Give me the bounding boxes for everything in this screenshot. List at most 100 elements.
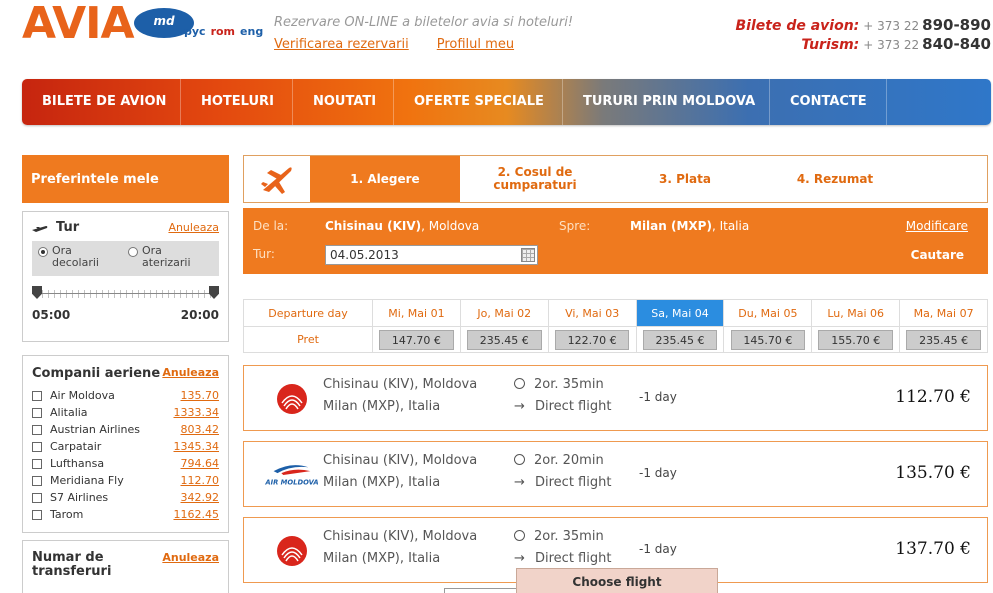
flight-from: Chisinau (KIV), Moldova	[323, 529, 478, 544]
step-payment[interactable]: 3. Plata	[610, 156, 760, 202]
airline-row: Meridiana Fly 112.70	[32, 472, 219, 489]
modify-link[interactable]: Modificare	[906, 219, 968, 233]
lang-en[interactable]: eng	[240, 25, 263, 38]
airline-swirl-logo	[262, 379, 322, 419]
day-price[interactable]: 147.70 €	[379, 329, 454, 350]
transfers-title: Numar de transferuri	[32, 550, 112, 579]
airlines-title: Companii aeriene	[32, 366, 161, 381]
header-links: Verificarea rezervarii Profilul meu	[274, 37, 514, 52]
time-from: 05:00	[32, 308, 71, 322]
from-label: De la:	[253, 219, 289, 233]
flight-result[interactable]: AIR MOLDOVA Chisinau (KIV), Moldova Milan…	[243, 441, 988, 507]
arrow-right-icon: →	[514, 551, 525, 566]
booking-steps: 1. Alegere 2. Cosul de cumparaturi 3. Pl…	[243, 155, 988, 203]
airline-checkbox[interactable]	[32, 458, 42, 469]
lang-ro[interactable]: rom	[211, 25, 235, 38]
airline-row: Lufthansa 794.64	[32, 455, 219, 472]
day-cell[interactable]: Mi, Mai 01	[372, 300, 460, 326]
lang-ru[interactable]: рус	[184, 25, 206, 38]
contact-phones: Bilete de avion: + 373 22 890-890 Turism: +…	[736, 16, 992, 54]
phone-tourism: Turism: + 373 22 840-840	[801, 35, 991, 53]
airline-checkbox[interactable]	[32, 475, 42, 486]
search-panel: De la: Chisinau (KIV), Moldova Spre: Mil…	[243, 208, 988, 274]
time-to: 20:00	[180, 308, 219, 322]
flight-result[interactable]: Chisinau (KIV), Moldova Milan (MXP), Ital…	[243, 365, 988, 431]
day-cell-selected[interactable]: Sa, Mai 04	[635, 300, 724, 326]
day-price[interactable]: 122.70 €	[554, 329, 630, 350]
day-price[interactable]: 145.70 €	[730, 329, 806, 350]
search-button[interactable]: Cautare	[911, 248, 964, 262]
flight-from: Chisinau (KIV), Moldova	[323, 377, 478, 392]
logo-text: AVIA	[22, 0, 135, 49]
flight-price[interactable]: 137.70 €	[895, 539, 971, 559]
step-choice[interactable]: 1. Alegere	[310, 156, 460, 202]
airline-checkbox[interactable]	[32, 441, 42, 452]
flight-to: Milan (MXP), Italia	[323, 399, 441, 414]
day-price[interactable]: 155.70 €	[818, 329, 894, 350]
transfers-reset-link[interactable]: Anuleaza	[162, 551, 219, 579]
tur-filter: Tur Anuleaza Ora decolarii Ora aterizari…	[22, 211, 229, 342]
nav-flights[interactable]: BILETE DE AVION	[22, 79, 181, 125]
from-value: Chisinau (KIV), Moldova	[325, 219, 480, 233]
airlines-reset-link[interactable]: Anuleaza	[162, 366, 219, 381]
airline-row: Alitalia 1333.34	[32, 404, 219, 421]
my-profile-link[interactable]: Profilul meu	[437, 37, 514, 52]
check-booking-link[interactable]: Verificarea rezervarii	[274, 37, 409, 52]
language-switcher: рус rom eng	[184, 25, 263, 38]
phone-flights: Bilete de avion: + 373 22 890-890	[735, 16, 992, 34]
day-cell[interactable]: Du, Mai 05	[723, 300, 811, 326]
nav-hotels[interactable]: HOTELURI	[181, 79, 293, 125]
calendar-icon[interactable]	[521, 248, 535, 262]
day-price[interactable]: 235.45 €	[466, 329, 542, 350]
tur-title: Tur	[56, 220, 80, 235]
radio-arrival-time[interactable]: Ora aterizarii	[128, 245, 210, 272]
nav-contacts[interactable]: CONTACTE	[770, 79, 887, 125]
transfers-filter: Numar de transferuri Anuleaza	[22, 540, 229, 593]
step-cart[interactable]: 2. Cosul de cumparaturi	[460, 156, 610, 202]
nav-moldova-tours[interactable]: TURURI PRIN MOLDOVA	[563, 79, 770, 125]
clock-icon	[514, 378, 525, 389]
airline-checkbox[interactable]	[32, 492, 42, 503]
tur-reset-link[interactable]: Anuleaza	[168, 221, 219, 234]
air-moldova-logo-text: AIR MOLDOVA	[264, 479, 318, 487]
airline-checkbox[interactable]	[32, 424, 42, 435]
step-summary[interactable]: 4. Rezumat	[760, 156, 910, 202]
flight-price[interactable]: 112.70 €	[895, 387, 971, 407]
arrow-right-icon: →	[514, 475, 525, 490]
airline-checkbox[interactable]	[32, 390, 42, 401]
airline-row: Tarom 1162.45	[32, 506, 219, 523]
site-logo[interactable]: AVIA md	[22, 0, 194, 49]
nav-news[interactable]: NOUTATI	[293, 79, 394, 125]
flight-day-offset: -1 day	[639, 466, 677, 480]
departure-date-input[interactable]: 04.05.2013	[325, 245, 538, 265]
nav-special-offers[interactable]: OFERTE SPECIALE	[394, 79, 563, 125]
airline-row: S7 Airlines 342.92	[32, 489, 219, 506]
flight-to: Milan (MXP), Italia	[323, 475, 441, 490]
preferences-header[interactable]: Preferintele mele	[22, 155, 229, 203]
day-price[interactable]: 235.45 €	[906, 329, 981, 350]
airline-row: Austrian Airlines 803.42	[32, 421, 219, 438]
plane-icon	[32, 225, 48, 232]
day-cell[interactable]: Vi, Mai 03	[547, 300, 636, 326]
main-nav: BILETE DE AVION HOTELURI NOUTATI OFERTE …	[22, 79, 991, 125]
plane-icon	[261, 167, 292, 194]
airline-checkbox[interactable]	[32, 509, 42, 520]
airline-swirl-logo	[262, 531, 322, 571]
day-cell[interactable]: Ma, Mai 07	[899, 300, 987, 326]
airline-row: Air Moldova 135.70	[32, 387, 219, 404]
day-cell[interactable]: Jo, Mai 02	[459, 300, 548, 326]
time-range-slider[interactable]	[32, 286, 219, 304]
price-label: Pret	[297, 333, 319, 346]
to-value: Milan (MXP), Italia	[630, 219, 750, 233]
day-cell[interactable]: Lu, Mai 06	[811, 300, 899, 326]
choose-flight-button[interactable]: Choose flight	[516, 568, 718, 593]
airline-checkbox[interactable]	[32, 407, 42, 418]
flight-day-offset: -1 day	[639, 542, 677, 556]
tagline: Rezervare ON-LINE a biletelor avia si ho…	[274, 15, 574, 30]
steps-plane-icon-cell	[244, 156, 310, 202]
radio-departure-time[interactable]: Ora decolarii	[38, 245, 120, 272]
flight-price[interactable]: 135.70 €	[895, 463, 971, 483]
clock-icon	[514, 530, 525, 541]
day-price[interactable]: 235.45 €	[642, 329, 718, 350]
airlines-filter: Companii aeriene Anuleaza Air Moldova 135…	[22, 355, 229, 533]
